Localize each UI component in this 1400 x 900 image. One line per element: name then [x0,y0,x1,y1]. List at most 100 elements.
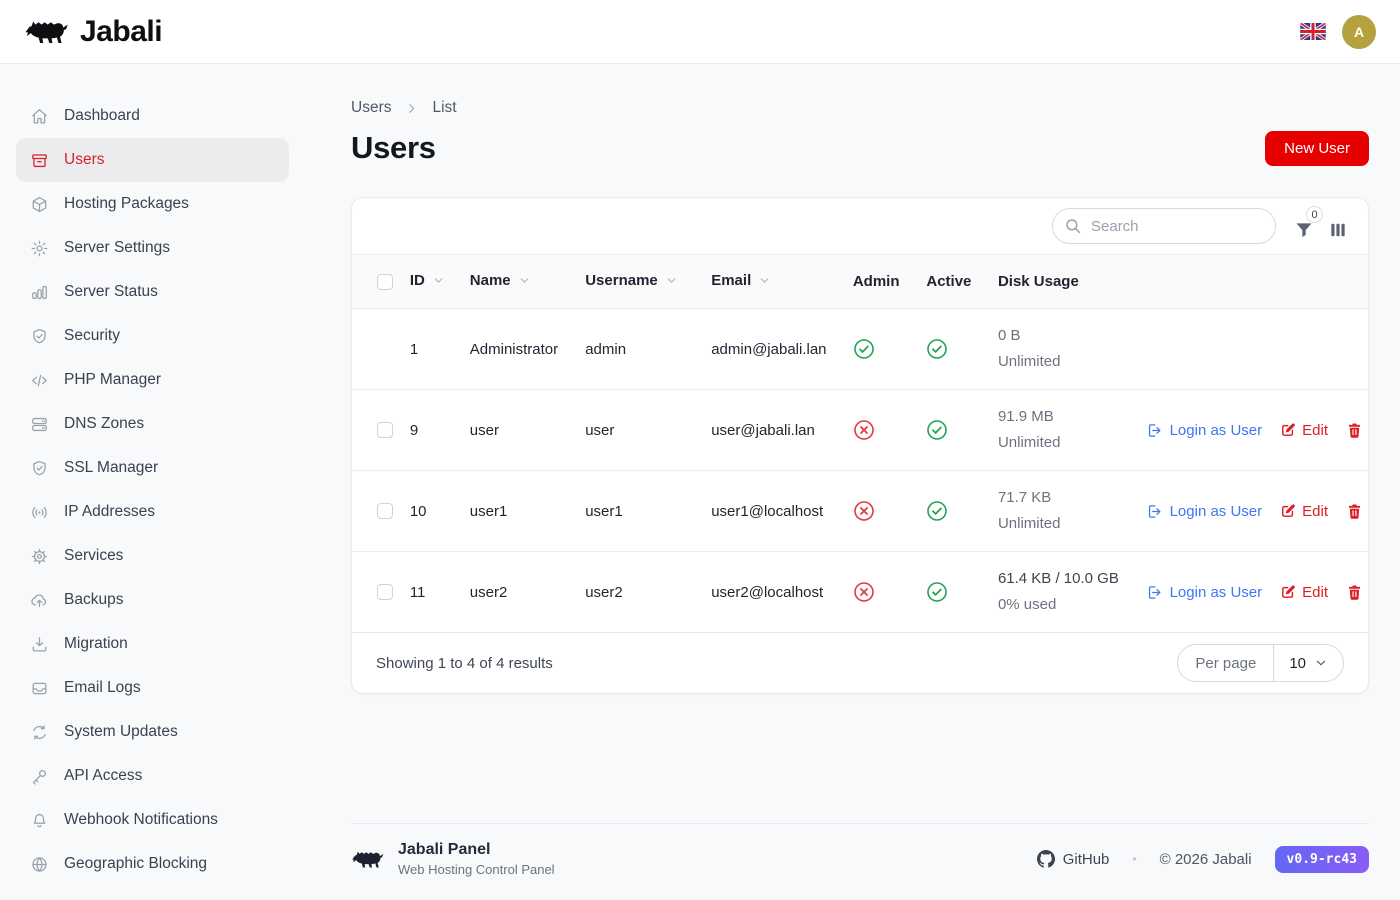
code-icon [30,371,49,390]
sidebar-item-services[interactable]: Services [16,534,289,578]
version-badge[interactable]: v0.9-rc43 [1275,846,1369,873]
pagination-bar: Showing 1 to 4 of 4 results Per page 10 [352,632,1368,693]
sort-chevron-icon [665,274,678,291]
key-icon [30,767,49,786]
page-title: Users [351,130,436,166]
row-checkbox[interactable] [377,503,393,519]
table-row: 1 Administrator admin admin@jabali.lan 0… [352,309,1368,390]
sidebar-item-api-access[interactable]: API Access [16,754,289,798]
footer-separator: • [1132,852,1136,866]
delete-button[interactable] [1346,503,1363,520]
sidebar-item-dashboard[interactable]: Dashboard [16,94,289,138]
cell-id: 9 [402,390,462,471]
cog-icon [30,547,49,566]
trash-icon [1346,503,1363,520]
sidebar-item-label: Hosting Packages [64,195,189,213]
login-icon [1146,422,1163,439]
footer-subtitle: Web Hosting Control Panel [398,862,555,877]
column-header-id[interactable]: ID [402,255,462,309]
shield-check-icon [30,459,49,478]
app-logo[interactable]: Jabali [24,15,162,49]
sidebar-item-ssl-manager[interactable]: SSL Manager [16,446,289,490]
per-page-label: Per page [1178,645,1274,681]
sort-chevron-icon [518,274,531,291]
columns-toggle-button[interactable] [1328,212,1348,240]
copyright-text: © 2026 Jabali [1160,851,1252,868]
edit-link[interactable]: Edit [1280,422,1328,439]
users-table-card: 0 ID Name Username Email Admin [351,197,1369,694]
breadcrumb-users[interactable]: Users [351,99,391,117]
sidebar-item-hosting-packages[interactable]: Hosting Packages [16,182,289,226]
sidebar-item-ip-addresses[interactable]: IP Addresses [16,490,289,534]
brand-name: Jabali [80,15,162,49]
row-checkbox[interactable] [377,422,393,438]
top-bar: Jabali A [0,0,1400,64]
cell-email: user2@localhost [703,552,845,633]
sidebar-item-email-logs[interactable]: Email Logs [16,666,289,710]
sidebar-item-migration[interactable]: Migration [16,622,289,666]
sidebar-item-label: PHP Manager [64,371,161,389]
page-footer: Jabali Panel Web Hosting Control Panel G… [351,823,1369,900]
trash-icon [1346,422,1363,439]
sidebar-item-dns-zones[interactable]: DNS Zones [16,402,289,446]
breadcrumb-list[interactable]: List [432,99,456,117]
boar-logo-icon [24,15,70,48]
bell-icon [30,811,49,830]
login-as-user-link[interactable]: Login as User [1146,503,1263,520]
cell-disk-usage: 91.9 MB Unlimited [990,390,1138,471]
column-header-name[interactable]: Name [462,255,577,309]
sidebar-item-system-updates[interactable]: System Updates [16,710,289,754]
sidebar-item-label: Services [64,547,123,565]
x-circle-icon [853,419,911,441]
user-avatar[interactable]: A [1342,15,1376,49]
cell-username: user1 [577,471,703,552]
new-user-button[interactable]: New User [1265,131,1369,166]
filter-button[interactable]: 0 [1294,212,1314,240]
cell-id: 1 [402,309,462,390]
github-icon [1037,850,1055,868]
edit-link[interactable]: Edit [1280,584,1328,601]
delete-button[interactable] [1346,584,1363,601]
sidebar-item-users[interactable]: Users [16,138,289,182]
sidebar-item-php-manager[interactable]: PHP Manager [16,358,289,402]
column-header-username[interactable]: Username [577,255,703,309]
sidebar-item-label: Security [64,327,120,345]
login-icon [1146,584,1163,601]
sidebar-item-label: Geographic Blocking [64,855,207,873]
row-checkbox[interactable] [377,584,393,600]
chevron-right-icon [405,102,418,115]
footer-title: Jabali Panel [398,841,555,859]
cell-disk-usage: 0 B Unlimited [990,309,1138,390]
github-link[interactable]: GitHub [1037,850,1110,868]
sidebar-item-label: SSL Manager [64,459,158,477]
edit-link[interactable]: Edit [1280,503,1328,520]
delete-button[interactable] [1346,422,1363,439]
sidebar-item-label: IP Addresses [64,503,155,521]
cell-name: user [462,390,577,471]
cube-icon [30,195,49,214]
users-archive-icon [30,151,49,170]
column-header-email[interactable]: Email [703,255,845,309]
sidebar-item-webhook-notifications[interactable]: Webhook Notifications [16,798,289,842]
login-as-user-link[interactable]: Login as User [1146,584,1263,601]
check-circle-icon [926,581,982,603]
cell-name: Administrator [462,309,577,390]
search-input[interactable] [1052,208,1276,244]
table-row: 11 user2 user2 user2@localhost 61.4 KB /… [352,552,1368,633]
sidebar-item-geographic-blocking[interactable]: Geographic Blocking [16,842,289,886]
users-table: ID Name Username Email Admin Active Disk… [352,254,1368,632]
login-as-user-link[interactable]: Login as User [1146,422,1263,439]
results-summary: Showing 1 to 4 of 4 results [376,655,553,672]
per-page-select[interactable]: Per page 10 [1177,644,1344,682]
uk-flag-language-icon[interactable] [1300,23,1326,40]
sidebar-item-server-status[interactable]: Server Status [16,270,289,314]
chevron-down-icon [1314,656,1328,670]
sidebar-item-server-settings[interactable]: Server Settings [16,226,289,270]
select-all-checkbox[interactable] [377,274,393,290]
edit-pencil-icon [1280,422,1296,438]
check-circle-icon [926,500,982,522]
sidebar-item-security[interactable]: Security [16,314,289,358]
sort-chevron-icon [758,274,771,291]
sidebar-item-backups[interactable]: Backups [16,578,289,622]
table-header-row: ID Name Username Email Admin Active Disk… [352,255,1368,309]
